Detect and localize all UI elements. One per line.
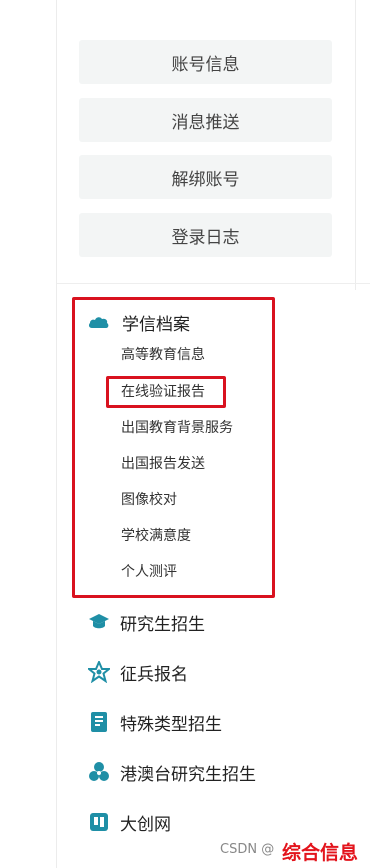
sub-item-personal-assessment[interactable]: 个人测评 [121, 560, 177, 584]
sub-item-school-satisfaction[interactable]: 学校满意度 [121, 524, 191, 548]
nav-label: 特殊类型招生 [120, 714, 222, 735]
brand-watermark: 综合信息 [282, 842, 359, 864]
left-margin [0, 0, 56, 868]
sub-item-overseas-report-send[interactable]: 出国报告发送 [121, 452, 205, 476]
sub-item-higher-education-info[interactable]: 高等教育信息 [121, 343, 205, 367]
sub-item-image-verification[interactable]: 图像校对 [121, 488, 177, 512]
nav-label: 大创网 [120, 814, 171, 835]
unbind-account-button[interactable]: 解绑账号 [79, 155, 332, 199]
right-border [355, 0, 356, 290]
nav-item-hk-macau-taiwan-graduate[interactable]: 港澳台研究生招生 [88, 756, 256, 788]
nav-item-special-admission[interactable]: 特殊类型招生 [88, 706, 222, 738]
online-verification-highlight-box [106, 376, 226, 408]
section-divider [57, 283, 370, 284]
nav-item-military-enlistment[interactable]: 征兵报名 [88, 656, 188, 688]
nav-item-dachuang[interactable]: 大创网 [88, 806, 171, 838]
nav-label: 研究生招生 [120, 614, 205, 635]
sub-item-overseas-education-background[interactable]: 出国教育背景服务 [121, 416, 233, 440]
login-log-button[interactable]: 登录日志 [79, 213, 332, 257]
nav-item-graduate-admission[interactable]: 研究生招生 [88, 606, 205, 638]
message-push-button[interactable]: 消息推送 [79, 98, 332, 142]
xuexin-section-title: 学信档案 [122, 314, 190, 335]
account-info-button[interactable]: 账号信息 [79, 40, 332, 84]
nav-label: 港澳台研究生招生 [120, 764, 256, 785]
xuexin-section-header[interactable]: 学信档案 [88, 306, 190, 338]
flower-icon [88, 761, 110, 783]
cloud-icon [88, 311, 110, 333]
nav-label: 征兵报名 [120, 664, 188, 685]
graduation-cap-icon [88, 611, 110, 633]
create-icon [88, 811, 110, 833]
book-icon [88, 711, 110, 733]
star-badge-icon [88, 661, 110, 683]
csdn-watermark: CSDN @ [220, 842, 275, 857]
